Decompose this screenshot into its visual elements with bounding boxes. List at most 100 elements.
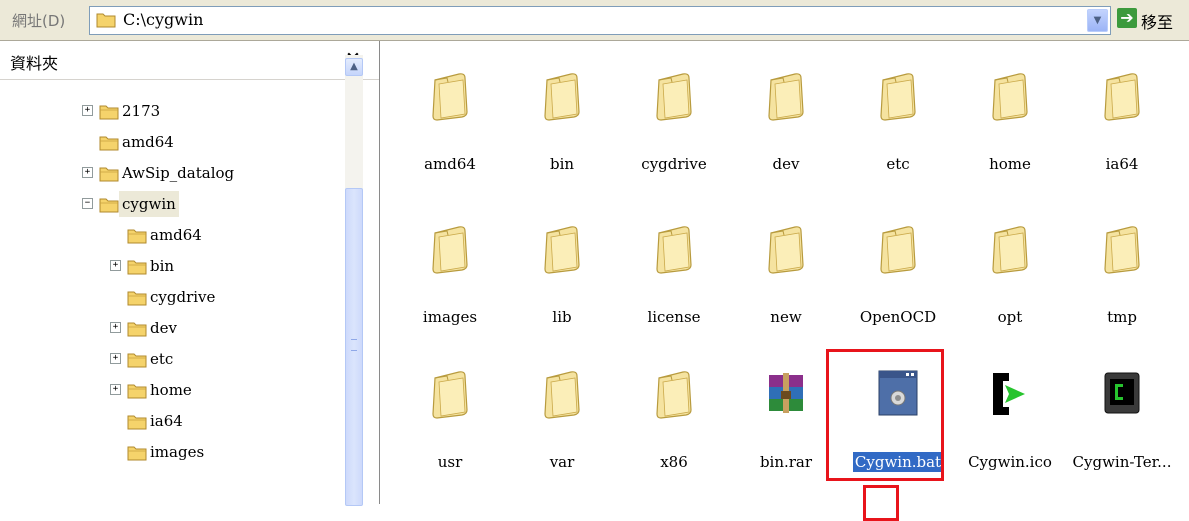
file-view: amd64 bin cygdrive dev etc home ia64 images lib l… [380,41,1189,504]
expand-icon[interactable]: + [110,260,121,271]
file-label: amd64 [424,155,476,173]
folder-icon [99,102,119,128]
file-item[interactable]: new [734,224,834,344]
tree-item-label: bin [150,257,175,275]
expand-icon[interactable]: + [82,105,93,116]
expand-icon[interactable]: + [110,322,121,333]
file-label: usr [437,453,463,471]
file-label: new [770,308,802,326]
file-item[interactable]: tmp [1070,224,1170,344]
tree-item-label: AwSip_datalog [122,164,235,182]
annotation-box [826,349,944,481]
tree-scrollbar[interactable]: ▲ [345,55,363,506]
scroll-thumb[interactable] [345,188,363,506]
folder-icon [127,319,147,345]
folder-icon [99,133,119,159]
tree-item-label: cygwin [119,191,179,217]
cygwin-icon [989,369,1031,421]
folder-icon [127,412,147,438]
file-item[interactable]: dev [734,71,834,191]
file-label: OpenOCD [859,308,937,326]
folder-icon [99,164,119,190]
address-path: C:\cygwin [123,10,204,29]
folder-icon [877,71,919,123]
folders-pane-header: 資料夾 × [0,41,379,80]
file-item[interactable]: usr [398,369,498,489]
folder-icon [99,195,119,221]
tree-item-label: amd64 [122,133,174,151]
tree-item-label: etc [150,350,174,368]
folder-icon [1101,224,1143,276]
expand-icon[interactable]: + [110,353,121,364]
file-label: bin [549,155,575,173]
folder-icon [96,11,116,32]
folder-icon [541,369,583,421]
folder-icon [127,381,147,407]
address-bar: 網址(D) C:\cygwin ▼ ➔ 移至 [0,0,1189,41]
folder-icon [765,224,807,276]
folder-icon [127,288,147,314]
folder-icon [877,224,919,276]
file-label: opt [997,308,1023,326]
file-label: var [549,453,575,471]
file-item[interactable]: OpenOCD [846,224,946,344]
folder-icon [429,369,471,421]
tree-item-label: home [150,381,192,399]
folders-pane-title: 資料夾 [10,54,59,73]
tree-item-label: ia64 [150,412,183,430]
folder-icon [989,71,1031,123]
file-item[interactable]: license [622,224,722,344]
folder-icon [653,224,695,276]
file-item[interactable]: home [958,71,1058,191]
file-label: dev [772,155,800,173]
scroll-up-icon[interactable]: ▲ [345,58,363,76]
arrow-right-icon[interactable]: ➔ [1117,8,1137,28]
folder-icon [541,224,583,276]
file-item[interactable]: Cygwin.ico [958,369,1058,489]
address-input[interactable]: C:\cygwin ▼ [89,6,1111,35]
folder-icon [429,71,471,123]
file-item[interactable]: opt [958,224,1058,344]
tree-item-label: 2173 [122,102,161,120]
tree-item-label: images [150,443,205,461]
file-label: lib [552,308,572,326]
folder-icon [765,71,807,123]
expand-icon[interactable]: + [110,384,121,395]
file-item[interactable]: bin [510,71,610,191]
file-item[interactable]: ia64 [1070,71,1170,191]
chevron-down-icon[interactable]: ▼ [1087,9,1108,32]
folder-icon [429,224,471,276]
file-item[interactable]: etc [846,71,946,191]
rar-archive-icon [765,369,807,421]
file-label: images [422,308,478,326]
folder-icon [127,443,147,469]
file-item[interactable]: bin.rar [734,369,834,489]
folder-icon [653,369,695,421]
file-label: ia64 [1105,155,1139,173]
file-item[interactable]: Cygwin-Ter... [1070,369,1171,489]
folder-icon [127,226,147,252]
folder-icon [127,350,147,376]
file-label: cygdrive [641,155,707,173]
file-label: home [989,155,1031,173]
folder-icon [541,71,583,123]
folders-pane: 資料夾 × +2173 amd64 + AwSip_datalog − cygwin amd… [0,41,380,504]
file-item[interactable]: var [510,369,610,489]
grip-icon [351,339,357,351]
file-label: x86 [660,453,688,471]
file-label: Cygwin-Ter... [1072,453,1172,471]
file-item[interactable]: lib [510,224,610,344]
file-item[interactable]: cygdrive [622,71,722,191]
expand-icon[interactable]: + [82,167,93,178]
terminal-icon [1101,369,1143,421]
file-item[interactable]: x86 [622,369,722,489]
go-button-label[interactable]: 移至 [1141,9,1173,33]
folder-icon [127,257,147,283]
file-label: Cygwin.ico [968,453,1052,471]
collapse-icon[interactable]: − [82,198,93,209]
tree-item-label: dev [150,319,177,337]
file-item[interactable]: amd64 [398,71,498,191]
address-label: 網址(D) [12,12,66,30]
file-item[interactable]: images [398,224,498,344]
file-label: bin.rar [759,453,813,471]
